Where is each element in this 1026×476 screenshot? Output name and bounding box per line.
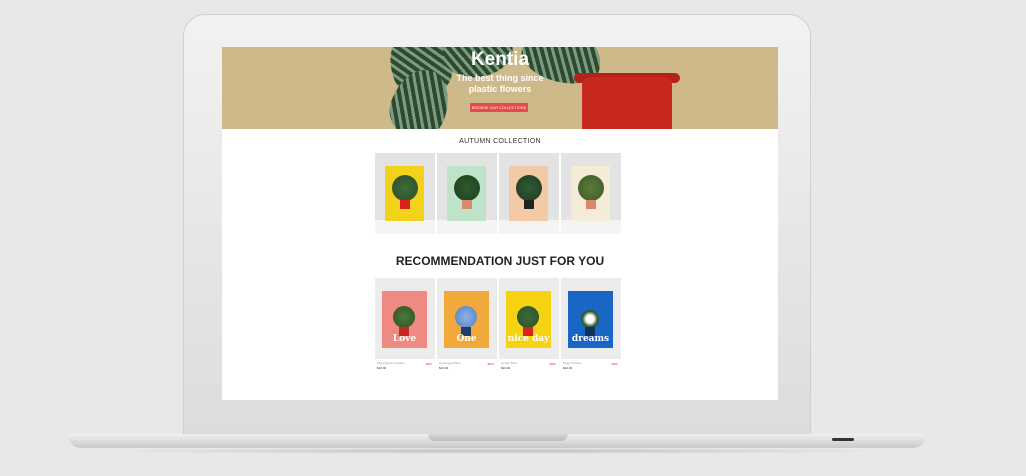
plant-icon — [392, 175, 418, 201]
product-info: Hydrangea Blue $20.00 BUY — [437, 359, 497, 373]
buy-button[interactable]: BUY — [612, 362, 618, 366]
hero-subtitle-line-1: The best thing since — [456, 73, 544, 83]
product-name: Daisy Flowers — [563, 361, 582, 365]
laptop-screen: Kentia The best thing since plastic flow… — [222, 47, 778, 400]
product-poster — [385, 166, 424, 221]
plant-icon — [517, 306, 539, 328]
poster-word: Love — [392, 334, 417, 344]
autumn-collection-heading: AUTUMN COLLECTION — [459, 138, 541, 145]
autumn-card-4[interactable] — [561, 153, 621, 234]
recommendation-card-3[interactable]: nice day Croton Plant $20.00 BUY — [499, 278, 559, 373]
product-poster — [509, 166, 548, 221]
recommendation-card-2[interactable]: One Hydrangea Blue $20.00 BUY — [437, 278, 497, 373]
plant-icon — [393, 306, 415, 328]
product-price: $20.00 — [501, 366, 511, 370]
plant-icon — [455, 306, 477, 328]
product-info: Daisy Flowers $20.00 BUY — [561, 359, 621, 373]
poster-word: nice day — [507, 334, 550, 344]
pot-icon — [586, 200, 596, 209]
product-price: $20.00 — [377, 366, 387, 370]
plant-icon — [581, 310, 599, 328]
hero-subtitle-line-2: plastic flowers — [468, 84, 532, 94]
poster-word: dreams — [571, 334, 610, 344]
pot-icon — [462, 200, 472, 209]
product-price: $20.00 — [563, 366, 573, 370]
autumn-card-1[interactable] — [375, 153, 435, 234]
product-poster: dreams — [568, 291, 613, 348]
product-price: $20.00 — [439, 366, 449, 370]
autumn-card-2[interactable] — [437, 153, 497, 234]
poster-word: One — [456, 334, 477, 344]
product-info: Croton Plant $20.00 BUY — [499, 359, 559, 373]
plant-icon — [516, 175, 542, 201]
hero-title: Kentia — [470, 49, 530, 70]
plant-icon — [454, 175, 480, 201]
buy-button[interactable]: BUY — [488, 362, 494, 366]
product-name: Croton Plant — [501, 361, 518, 365]
pot-icon — [400, 200, 410, 209]
recommendation-card-1[interactable]: Love Pilea Peperomioides $20.00 BUY — [375, 278, 435, 373]
browse-collections-button[interactable]: BROWSE OUR COLLECTIONS — [470, 103, 528, 112]
product-name: Hydrangea Blue — [439, 361, 461, 365]
product-poster: nice day — [506, 291, 551, 348]
product-poster: Love — [382, 291, 427, 348]
autumn-card-3[interactable] — [499, 153, 559, 234]
laptop-indicator-light — [832, 438, 854, 441]
product-poster: One — [444, 291, 489, 348]
hero-banner: Kentia The best thing since plastic flow… — [222, 47, 778, 129]
hero-subtitle: The best thing since plastic flowers — [222, 73, 778, 95]
product-name: Pilea Peperomioides — [377, 361, 405, 365]
recommendation-card-4[interactable]: dreams Daisy Flowers $20.00 BUY — [561, 278, 621, 373]
recommendations-heading: RECOMMENDATION JUST FOR YOU — [395, 254, 605, 268]
buy-button[interactable]: BUY — [550, 362, 556, 366]
laptop-shadow — [90, 448, 904, 454]
product-info: Pilea Peperomioides $20.00 BUY — [375, 359, 435, 373]
plant-icon — [578, 175, 604, 201]
buy-button[interactable]: BUY — [426, 362, 432, 366]
product-poster — [571, 166, 610, 221]
pot-icon — [524, 200, 534, 209]
laptop-hinge-notch — [428, 434, 568, 441]
product-poster — [447, 166, 486, 221]
